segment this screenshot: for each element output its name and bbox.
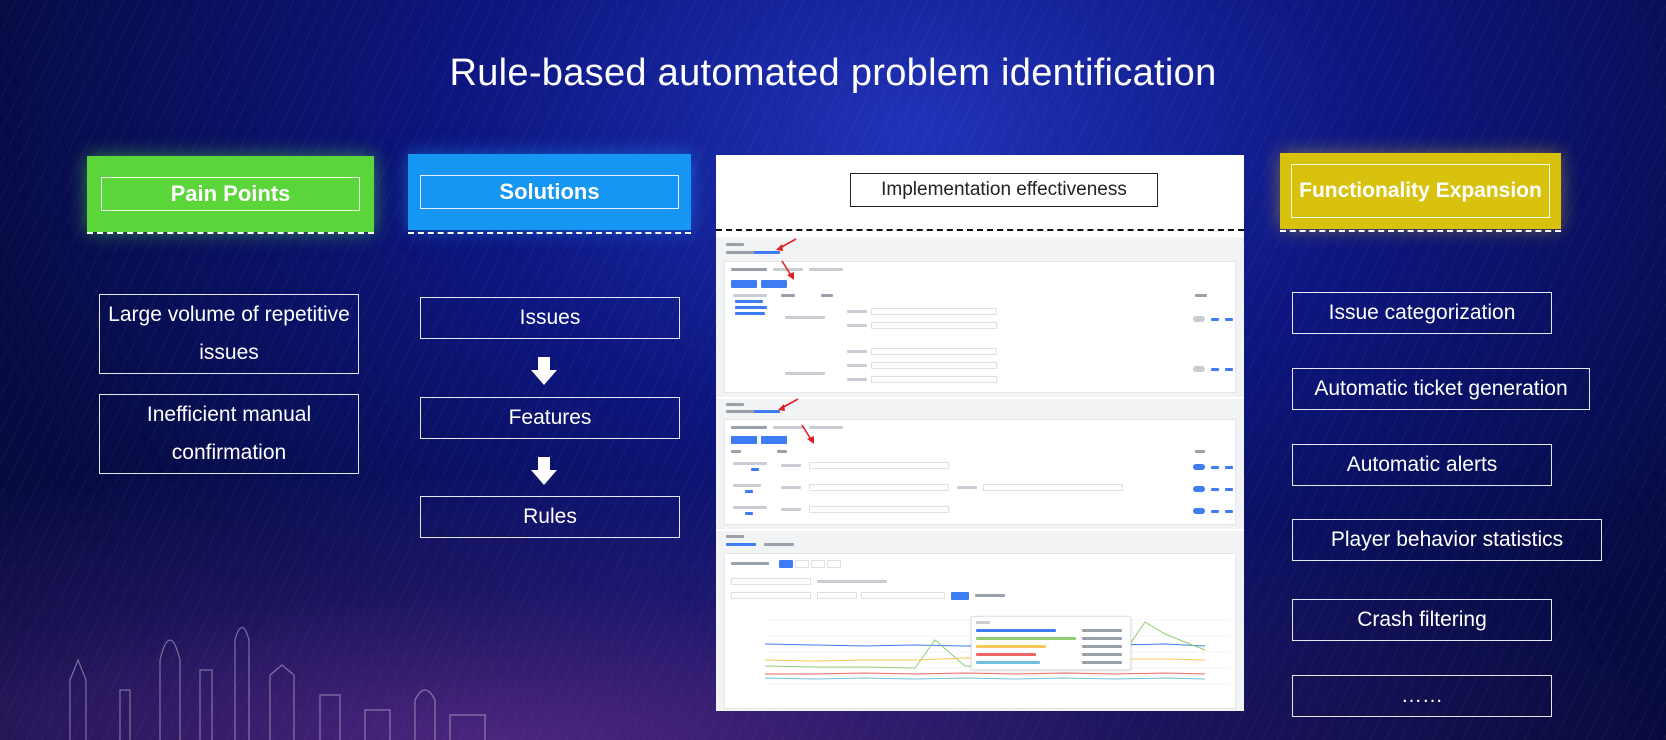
pain-point-manual-confirmation: Inefficient manual confirmation bbox=[99, 394, 359, 474]
solutions-header: Solutions bbox=[408, 154, 691, 230]
implementation-divider bbox=[716, 229, 1244, 231]
solution-step-rules: Rules bbox=[420, 496, 680, 538]
solution-step-issues: Issues bbox=[420, 297, 680, 339]
red-pointer-arrow-icon bbox=[776, 238, 797, 251]
functionality-divider bbox=[1280, 230, 1561, 232]
pain-points-header-label: Pain Points bbox=[101, 177, 360, 211]
feature-player-behavior-statistics: Player behavior statistics bbox=[1292, 519, 1602, 561]
feature-automatic-alerts: Automatic alerts bbox=[1292, 444, 1552, 486]
solutions-header-label: Solutions bbox=[420, 175, 679, 209]
functionality-header-label: Functionality Expansion bbox=[1291, 164, 1550, 218]
rule-management-screenshot-1 bbox=[716, 237, 1244, 397]
solution-step-features: Features bbox=[420, 397, 680, 439]
feature-issue-categorization: Issue categorization bbox=[1292, 292, 1552, 334]
rule-management-screenshot-2 bbox=[716, 398, 1244, 529]
pain-points-divider bbox=[87, 232, 374, 234]
solutions-divider bbox=[408, 232, 691, 234]
red-pointer-arrow-icon bbox=[801, 424, 814, 444]
feature-more-ellipsis: …… bbox=[1292, 675, 1552, 717]
functionality-header: Functionality Expansion bbox=[1280, 153, 1561, 229]
down-arrow-icon bbox=[531, 457, 557, 485]
feature-crash-filtering: Crash filtering bbox=[1292, 599, 1552, 641]
pain-point-repetitive-issues: Large volume of repetitive issues bbox=[99, 294, 359, 374]
red-pointer-arrow-icon bbox=[778, 398, 799, 411]
implementation-header: Implementation effectiveness bbox=[850, 173, 1158, 207]
implementation-panel: Implementation effectiveness bbox=[716, 155, 1244, 711]
pain-points-header: Pain Points bbox=[87, 156, 374, 232]
city-skyline-graphic bbox=[69, 626, 486, 740]
feature-automatic-ticket-generation: Automatic ticket generation bbox=[1292, 368, 1590, 410]
feature-trend-screenshot bbox=[716, 531, 1244, 711]
page-title: Rule-based automated problem identificat… bbox=[449, 52, 1217, 94]
down-arrow-icon bbox=[531, 357, 557, 385]
red-pointer-arrow-icon bbox=[781, 260, 794, 280]
